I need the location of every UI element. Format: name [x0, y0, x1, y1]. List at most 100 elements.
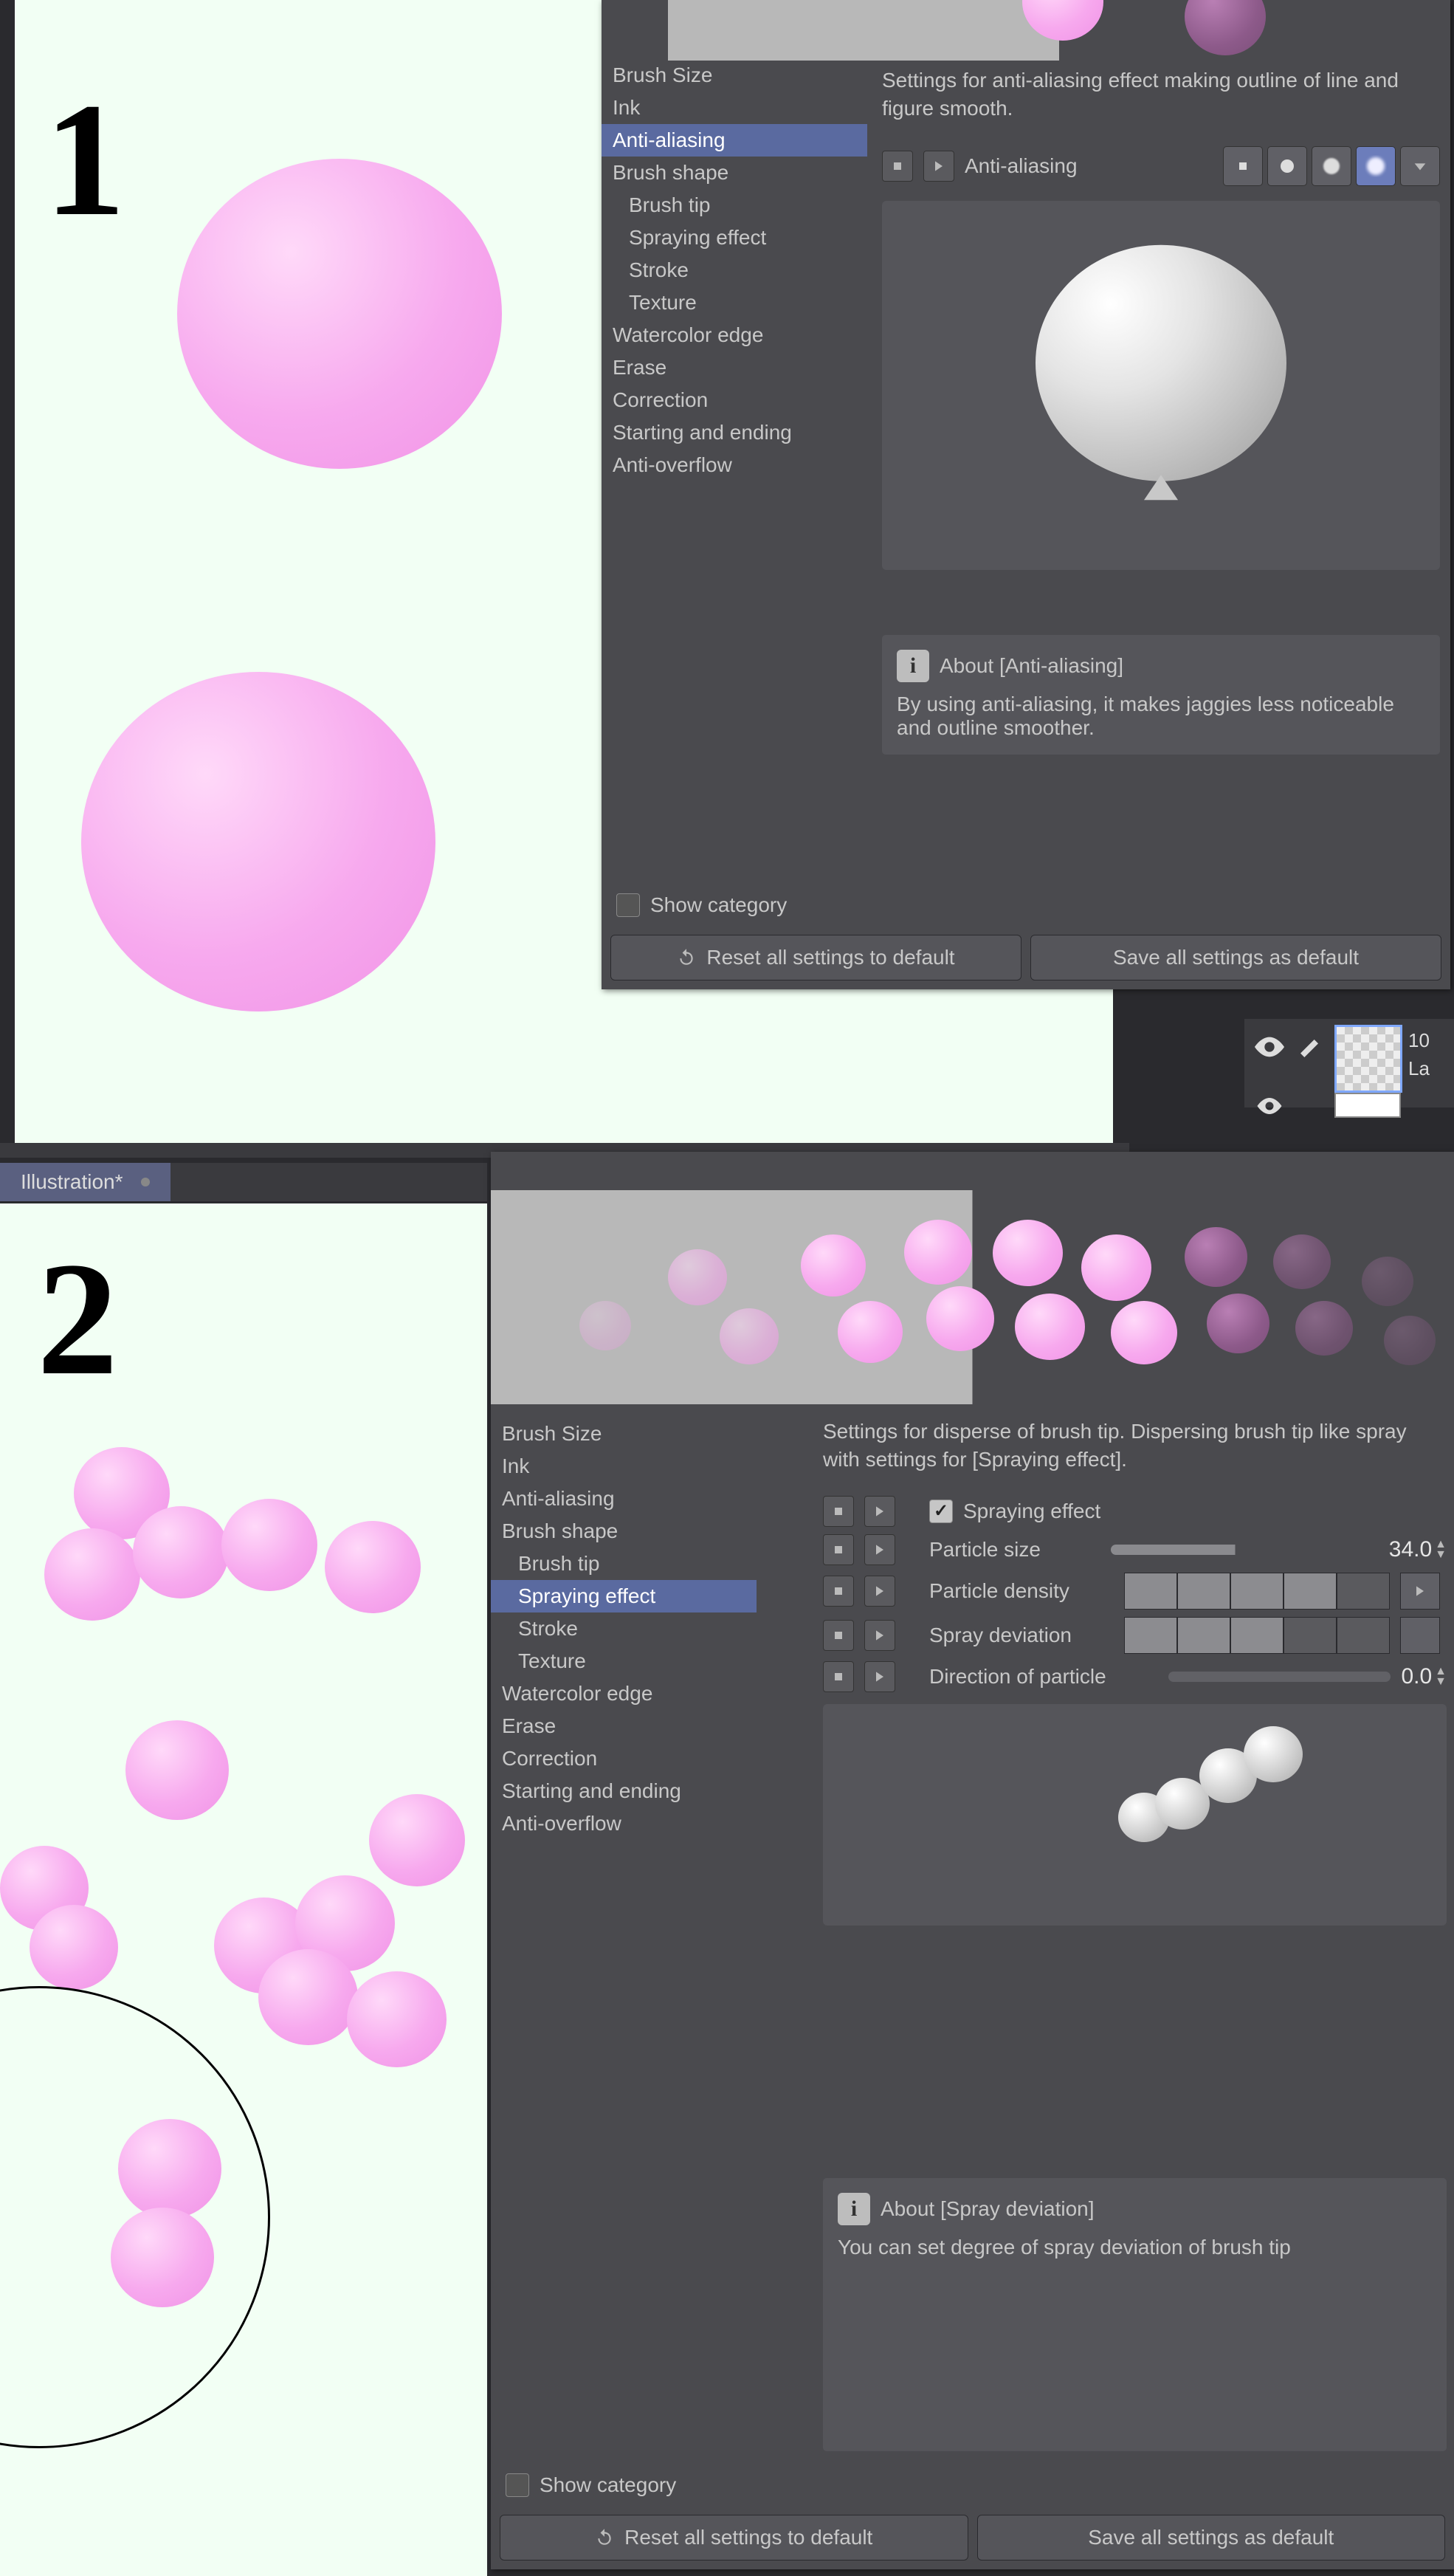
lock-toggle[interactable]: [882, 151, 913, 182]
setting-label-anti-aliasing: Anti-aliasing: [965, 154, 1213, 178]
sidebar-item-correction[interactable]: Correction: [602, 384, 867, 416]
balloon: [1185, 0, 1266, 53]
reset-defaults-label-2: Reset all settings to default: [624, 2526, 872, 2549]
spray-deviation-segments[interactable]: [1124, 1617, 1390, 1654]
expand-toggle[interactable]: [864, 1620, 895, 1651]
aa-option-weak[interactable]: [1267, 146, 1307, 186]
particle-size-slider[interactable]: [1111, 1545, 1370, 1555]
balloon: [125, 1720, 229, 1817]
sidebar-item-starting-ending[interactable]: Starting and ending: [491, 1775, 757, 1807]
direction-slider[interactable]: [1168, 1672, 1391, 1682]
visibility-icon[interactable]: [1255, 1037, 1284, 1062]
sidebar-item-texture[interactable]: Texture: [491, 1645, 757, 1677]
reset-defaults-label-1: Reset all settings to default: [706, 946, 954, 969]
spray-tip-preview: [823, 1704, 1447, 1926]
expand-toggle[interactable]: [864, 1576, 895, 1607]
save-defaults-button-1[interactable]: Save all settings as default: [1030, 935, 1441, 980]
aa-option-dropdown[interactable]: [1400, 146, 1440, 186]
reset-defaults-button-2[interactable]: Reset all settings to default: [500, 2515, 968, 2560]
expand-toggle[interactable]: [864, 1534, 895, 1565]
sidebar-item-anti-aliasing[interactable]: Anti-aliasing: [602, 124, 867, 157]
panel2-description: Settings for disperse of brush tip. Disp…: [823, 1418, 1447, 1474]
settings-panel-1: Brush Size Ink Anti-aliasing Brush shape…: [602, 0, 1450, 989]
layer-opacity: 10: [1408, 1029, 1430, 1052]
tab-close-icon[interactable]: [141, 1178, 150, 1186]
spray-deviation-more[interactable]: [1400, 1617, 1440, 1654]
visibility-icon[interactable]: [1255, 1096, 1284, 1119]
sidebar-item-brush-shape[interactable]: Brush shape: [602, 157, 867, 189]
sidebar-item-erase[interactable]: Erase: [602, 351, 867, 384]
expand-toggle[interactable]: [923, 151, 954, 182]
sidebar-item-anti-overflow[interactable]: Anti-overflow: [602, 449, 867, 481]
direction-number: 0.0: [1401, 1664, 1432, 1689]
lock-toggle[interactable]: [823, 1661, 854, 1692]
spraying-effect-checkbox[interactable]: [929, 1500, 953, 1523]
sidebar-item-watercolor-edge[interactable]: Watercolor edge: [602, 319, 867, 351]
sidebar-item-starting-ending[interactable]: Starting and ending: [602, 416, 867, 449]
info-body-1: By using anti-aliasing, it makes jaggies…: [897, 693, 1425, 740]
sidebar-item-spraying-effect[interactable]: Spraying effect: [602, 221, 867, 254]
lock-toggle[interactable]: [823, 1620, 854, 1651]
sidebar-item-correction[interactable]: Correction: [491, 1742, 757, 1775]
sidebar-item-stroke[interactable]: Stroke: [602, 254, 867, 286]
sidebar-item-watercolor-edge[interactable]: Watercolor edge: [491, 1677, 757, 1710]
spraying-effect-label: Spraying effect: [963, 1500, 1100, 1523]
aa-option-strong[interactable]: [1356, 146, 1396, 186]
particle-size-label: Particle size: [929, 1538, 1092, 1562]
info-box-2: i About [Spray deviation] You can set de…: [823, 2178, 1447, 2451]
lock-toggle[interactable]: [823, 1534, 854, 1565]
particle-density-label: Particle density: [929, 1579, 1114, 1603]
tab-illustration-label: Illustration*: [21, 1170, 123, 1194]
sidebar-item-anti-overflow[interactable]: Anti-overflow: [491, 1807, 757, 1840]
lock-toggle[interactable]: [823, 1496, 854, 1527]
pencil-icon[interactable]: [1298, 1037, 1321, 1065]
particle-density-more[interactable]: [1400, 1573, 1440, 1610]
sidebar-item-texture[interactable]: Texture: [602, 286, 867, 319]
sidebar-item-stroke[interactable]: Stroke: [491, 1612, 757, 1645]
sidebar-item-ink[interactable]: Ink: [491, 1450, 757, 1483]
balloon: [369, 1794, 465, 1883]
save-defaults-button-2[interactable]: Save all settings as default: [977, 2515, 1446, 2560]
settings-panel-2: Brush Size Ink Anti-aliasing Brush shape…: [491, 1152, 1454, 2569]
particle-size-number: 34.0: [1389, 1537, 1432, 1562]
show-category-label-2: Show category: [540, 2473, 676, 2497]
layer-name-fragment: La: [1408, 1057, 1430, 1080]
show-category-checkbox-1[interactable]: [616, 893, 640, 917]
sidebar-item-brush-tip[interactable]: Brush tip: [491, 1548, 757, 1580]
sidebar-item-brush-size[interactable]: Brush Size: [491, 1418, 757, 1450]
layer-thumbnail[interactable]: [1334, 1025, 1402, 1093]
expand-toggle[interactable]: [864, 1496, 895, 1527]
settings-sidebar-2: Brush Size Ink Anti-aliasing Brush shape…: [491, 1418, 757, 1840]
balloon: [221, 1499, 317, 1588]
aa-option-medium[interactable]: [1312, 146, 1351, 186]
save-defaults-label-2: Save all settings as default: [1088, 2526, 1334, 2549]
tab-illustration[interactable]: Illustration*: [0, 1163, 170, 1201]
info-title-2: About [Spray deviation]: [881, 2197, 1095, 2221]
brush-preview-2: [491, 1190, 1454, 1404]
balloon: [44, 1528, 140, 1618]
sidebar-item-erase[interactable]: Erase: [491, 1710, 757, 1742]
sidebar-item-brush-size[interactable]: Brush Size: [602, 59, 867, 92]
step-number-2: 2: [37, 1226, 118, 1412]
sidebar-item-brush-tip[interactable]: Brush tip: [602, 189, 867, 221]
sidebar-item-spraying-effect[interactable]: Spraying effect: [491, 1580, 757, 1612]
direction-value[interactable]: 0.0 ▲▼: [1401, 1664, 1447, 1689]
aa-option-none[interactable]: [1223, 146, 1263, 186]
info-title-1: About [Anti-aliasing]: [940, 654, 1123, 678]
lock-toggle[interactable]: [823, 1576, 854, 1607]
particle-density-segments[interactable]: [1124, 1573, 1390, 1610]
sidebar-item-ink[interactable]: Ink: [602, 92, 867, 124]
sidebar-item-anti-aliasing[interactable]: Anti-aliasing: [491, 1483, 757, 1515]
sidebar-item-brush-shape[interactable]: Brush shape: [491, 1515, 757, 1548]
info-body-2: You can set degree of spray deviation of…: [838, 2236, 1432, 2259]
stepper-arrows-icon[interactable]: ▲▼: [1435, 1539, 1447, 1560]
expand-toggle[interactable]: [864, 1661, 895, 1692]
particle-size-value[interactable]: 34.0 ▲▼: [1389, 1537, 1447, 1562]
direction-label: Direction of particle: [929, 1665, 1158, 1689]
balloon: [177, 159, 502, 459]
stepper-arrows-icon[interactable]: ▲▼: [1435, 1666, 1447, 1687]
layer-thumbnail[interactable]: [1334, 1093, 1401, 1118]
info-icon: i: [838, 2193, 870, 2225]
show-category-checkbox-2[interactable]: [506, 2473, 529, 2497]
reset-defaults-button-1[interactable]: Reset all settings to default: [610, 935, 1021, 980]
